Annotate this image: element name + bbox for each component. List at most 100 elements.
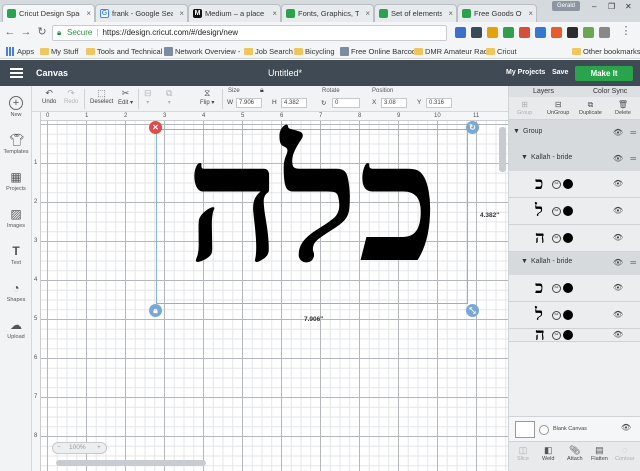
tab-layers[interactable]: Layers <box>533 88 554 95</box>
eye-icon[interactable]: 👁︎ <box>613 179 623 188</box>
redo-button[interactable]: ↷ Redo <box>64 88 78 105</box>
flip-dropdown[interactable]: ⧖ Flip ▾ <box>200 88 214 106</box>
eye-icon[interactable]: 👁︎ <box>613 310 623 319</box>
vertical-scrollbar[interactable] <box>499 127 506 172</box>
zoom-out-button[interactable]: − <box>57 443 61 453</box>
layer-subgroup-row[interactable]: ▼ Kallah - bride 👁︎ ═ <box>509 154 640 166</box>
sidebar-item-shapes[interactable]: ◔ Shapes <box>0 281 32 303</box>
bookmark-network[interactable]: Network Overview - <box>164 46 240 57</box>
sidebar-item-text[interactable]: T Text <box>0 244 32 266</box>
bookmark-cricut[interactable]: Cricut <box>486 46 517 57</box>
slice-button[interactable]: ◫ Slice <box>517 445 529 462</box>
eye-icon[interactable]: 👁︎ <box>613 330 623 339</box>
design-canvas[interactable]: 0 1 2 3 4 5 6 7 8 9 10 11 1 2 3 4 5 6 7 … <box>32 112 508 471</box>
extension-icon[interactable] <box>599 27 610 38</box>
url-input[interactable]: 🔒︎ Secure | https://design.cricut.com/#/de… <box>52 25 495 41</box>
attach-button[interactable]: 📎︎ Attach <box>567 445 583 462</box>
color-swatch[interactable] <box>563 330 573 340</box>
operation-icon[interactable]: ✂ <box>552 311 561 320</box>
layer-item[interactable]: כ ✂ 👁︎ <box>509 275 640 302</box>
eye-icon[interactable]: 👁︎ <box>613 128 623 137</box>
extension-icon[interactable] <box>487 27 498 38</box>
close-tab-icon[interactable]: × <box>528 5 533 22</box>
eye-icon[interactable]: 👁︎ <box>613 258 623 267</box>
duplicate-button[interactable]: ⧉ Duplicate <box>579 100 602 116</box>
color-swatch[interactable] <box>563 206 573 216</box>
operation-icon[interactable]: ✂ <box>552 180 561 189</box>
browser-tab-elements[interactable]: Set of elements for × <box>374 4 457 22</box>
operation-icon[interactable]: ✂ <box>552 207 561 216</box>
bookmark-apps[interactable]: Apps <box>6 46 34 57</box>
layer-item[interactable]: ל ✂ 👁︎ <box>509 302 640 329</box>
lock-ratio-icon[interactable]: 🔒︎ <box>260 87 264 95</box>
bookmark-dmr[interactable]: DMR Amateur Radio <box>414 46 494 57</box>
canvas-color-icon[interactable] <box>539 425 549 435</box>
position-x-input[interactable]: 3.08 <box>381 98 407 108</box>
layer-item[interactable]: ה ✂ 👁︎ <box>509 329 640 342</box>
lock-handle-icon[interactable]: 🔒︎ <box>149 304 162 317</box>
position-y-input[interactable]: 0.316 <box>426 98 452 108</box>
eye-icon[interactable]: 👁︎ <box>613 206 623 215</box>
operation-icon[interactable]: ✂ <box>552 284 561 293</box>
chrome-menu-icon[interactable]: ⋮ <box>620 25 632 38</box>
arrange-dropdown[interactable]: ⧉ ▾ <box>166 88 172 106</box>
weld-button[interactable]: ◧ Weld <box>542 445 554 462</box>
close-tab-icon[interactable]: × <box>179 5 184 22</box>
canvas-swatch[interactable] <box>515 421 535 438</box>
document-title[interactable]: Untitled* <box>268 68 302 78</box>
close-tab-icon[interactable]: × <box>365 5 370 22</box>
sidebar-item-images[interactable]: ▨ Images <box>0 207 32 229</box>
layer-item[interactable]: ל ✂ 👁︎ <box>509 198 640 225</box>
forward-arrow-icon[interactable]: → <box>20 26 32 39</box>
bookmark-job-search[interactable]: Job Search <box>244 46 293 57</box>
close-window-icon[interactable]: ✕ <box>625 2 632 11</box>
layer-menu-icon[interactable]: ═ <box>630 128 636 137</box>
flatten-button[interactable]: ▤ Flatten <box>591 445 608 462</box>
undo-button[interactable]: ↶ Undo <box>42 88 56 105</box>
layer-menu-icon[interactable]: ═ <box>630 154 636 163</box>
extension-icon[interactable] <box>503 27 514 38</box>
extension-icon[interactable] <box>471 27 482 38</box>
edit-dropdown[interactable]: ✂ Edit ▾ <box>118 88 133 106</box>
ungroup-button[interactable]: ⊟ UnGroup <box>547 100 569 116</box>
browser-tab-cricut[interactable]: Cricut Design Space × <box>2 4 95 22</box>
caret-down-icon[interactable]: ▼ <box>513 128 520 135</box>
tab-color-sync[interactable]: Color Sync <box>593 88 627 95</box>
deselect-button[interactable]: ⬚ Deselect <box>90 88 113 105</box>
browser-tab-google[interactable]: G frank - Google Searc × <box>95 4 188 22</box>
extension-icon[interactable] <box>567 27 578 38</box>
rotate-handle-icon[interactable]: ↻ <box>466 121 479 134</box>
browser-tab-medium[interactable]: M Medium – a place to × <box>188 4 281 22</box>
close-tab-icon[interactable]: × <box>86 5 91 22</box>
sidebar-item-projects[interactable]: ▦ Projects <box>0 170 32 192</box>
group-button[interactable]: ⊞ Group <box>517 100 532 116</box>
caret-down-icon[interactable]: ▼ <box>521 154 528 161</box>
horizontal-scrollbar[interactable] <box>56 460 206 466</box>
close-tab-icon[interactable]: × <box>272 5 277 22</box>
bookmark-tools[interactable]: Tools and Technical S <box>86 46 169 57</box>
size-width-input[interactable]: 7.906 <box>236 98 262 108</box>
eye-icon[interactable]: 👁︎ <box>613 283 623 292</box>
sidebar-item-templates[interactable]: 👕︎ Templates <box>0 133 32 155</box>
eye-icon[interactable]: 👁︎ <box>613 154 623 163</box>
make-it-button[interactable]: Make It <box>575 66 633 81</box>
eye-icon[interactable]: 👁︎ <box>613 233 623 242</box>
sidebar-item-new[interactable]: + New <box>0 96 32 118</box>
profile-badge[interactable]: Gerald <box>552 1 580 11</box>
layer-menu-icon[interactable]: ═ <box>630 258 636 267</box>
my-projects-link[interactable]: My Projects <box>506 69 545 76</box>
minimize-window-icon[interactable]: – <box>592 2 596 11</box>
layer-item[interactable]: ה ✂ 👁︎ <box>509 225 640 252</box>
extension-icon[interactable] <box>519 27 530 38</box>
color-swatch[interactable] <box>563 233 573 243</box>
delete-button[interactable]: 🗑︎ Delete <box>615 100 631 116</box>
close-tab-icon[interactable]: × <box>448 5 453 22</box>
bookmark-bicycling[interactable]: Bicycling <box>294 46 335 57</box>
hamburger-menu-icon[interactable] <box>10 68 23 78</box>
eye-off-icon[interactable]: 👁︎ <box>621 423 631 432</box>
caret-down-icon[interactable]: ▼ <box>521 258 528 265</box>
operation-icon[interactable]: ✂ <box>552 331 561 340</box>
color-swatch[interactable] <box>563 283 573 293</box>
bookmark-my-stuff[interactable]: My Stuff <box>40 46 78 57</box>
layer-group-row[interactable]: ▼ Group 👁︎ ═ <box>509 128 640 140</box>
